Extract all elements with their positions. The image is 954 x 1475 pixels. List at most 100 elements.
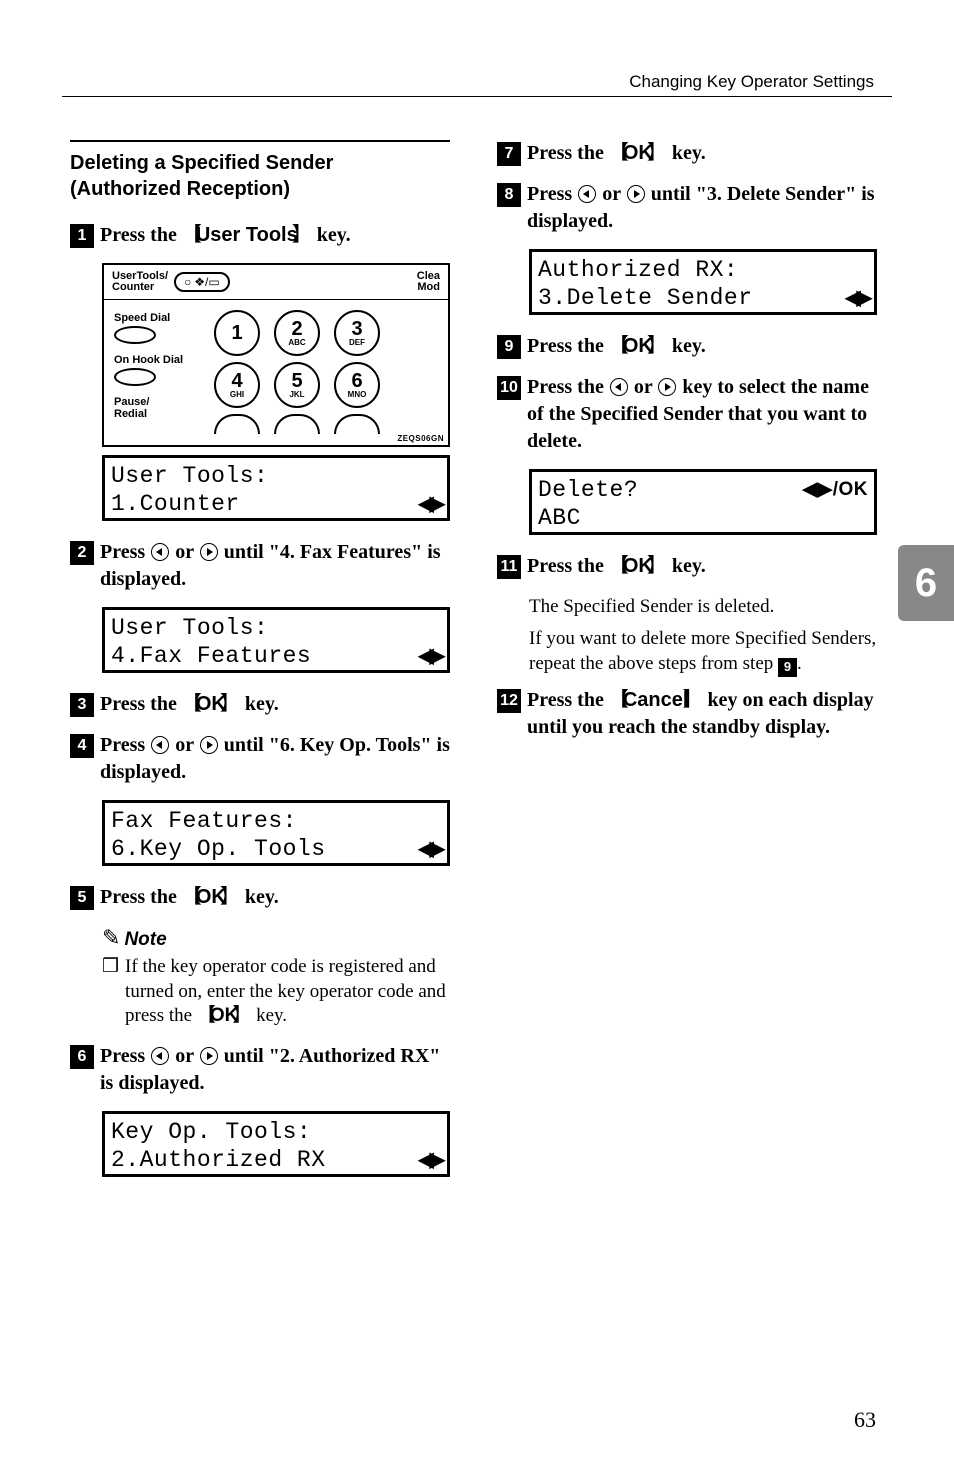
key-3: 3DEF xyxy=(334,310,380,356)
step-text: Press the OK key. xyxy=(527,553,706,580)
step-text: Press or until "4. Fax Features" is disp… xyxy=(100,539,457,593)
right-arrow-icon xyxy=(200,736,218,754)
lcd-arrows-icon: ◀▶ xyxy=(418,837,441,862)
key-8-partial xyxy=(274,414,320,434)
text: or xyxy=(170,541,199,563)
key-1: 1 xyxy=(214,310,260,356)
lcd-line: Fax Features: xyxy=(111,807,297,836)
page-number: 63 xyxy=(854,1407,876,1433)
subsection-title: Deleting a Specified Sender (Authorized … xyxy=(70,140,450,202)
ok-key: OK xyxy=(609,142,667,164)
header-rule xyxy=(62,96,892,97)
lcd-line: 1.Counter xyxy=(111,490,240,519)
right-column: 7 Press the OK key. 8 Press or until "3.… xyxy=(497,140,884,1195)
ok-key: OK xyxy=(609,335,667,357)
lcd-arrows-icon: ◀▶ xyxy=(418,492,441,517)
ok-key: OK xyxy=(609,555,667,577)
right-arrow-icon xyxy=(200,543,218,561)
key-9-partial xyxy=(334,414,380,434)
chapter-tab: 6 xyxy=(898,545,954,621)
label-on-hook: On Hook Dial xyxy=(114,354,200,366)
keypad-label-mode: Mod xyxy=(417,282,440,293)
left-arrow-icon xyxy=(151,736,169,754)
step-badge: 8 xyxy=(497,183,521,207)
left-arrow-icon xyxy=(151,1047,169,1065)
key-4: 4GHI xyxy=(214,362,260,408)
lcd-display-6: Delete?◀▶/OK ABC xyxy=(529,469,877,535)
step-badge: 7 xyxy=(497,142,521,166)
key-5: 5JKL xyxy=(274,362,320,408)
left-arrow-icon xyxy=(151,543,169,561)
step-text: Press the or key to select the name of t… xyxy=(527,374,884,455)
step-11: 11 Press the OK key. xyxy=(497,553,884,580)
step-text: Press the OK key. xyxy=(527,140,706,167)
text: key. xyxy=(312,224,351,246)
lcd-display-2: User Tools: 4.Fax Features ◀▶ xyxy=(102,607,450,673)
lcd-line: 2.Authorized RX xyxy=(111,1146,326,1175)
text: Press the xyxy=(527,376,609,398)
step-badge: 9 xyxy=(497,335,521,359)
left-arrow-icon xyxy=(610,378,628,396)
text: Press xyxy=(100,541,150,563)
text: Press xyxy=(527,183,577,205)
keypad-label-counter: Counter xyxy=(112,282,168,293)
step-badge: 12 xyxy=(497,689,521,713)
note-heading: Note xyxy=(102,925,457,951)
illustration-tag: ZEQS06GN xyxy=(104,434,448,445)
key-7-partial xyxy=(214,414,260,434)
page-header-section: Changing Key Operator Settings xyxy=(629,72,874,92)
step-text: Press or until "2. Authorized RX" is dis… xyxy=(100,1043,457,1097)
text: key. xyxy=(667,335,706,357)
step-7: 7 Press the OK key. xyxy=(497,140,884,167)
text: key. xyxy=(240,886,279,908)
step-8: 8 Press or until "3. Delete Sender" is d… xyxy=(497,181,884,235)
step-badge: 6 xyxy=(70,1045,94,1069)
right-arrow-icon xyxy=(658,378,676,396)
label-speed-dial: Speed Dial xyxy=(114,312,200,324)
user-tools-key: User Tools xyxy=(182,224,312,246)
lcd-line: Authorized RX: xyxy=(538,256,738,285)
step-text: Press the User Tools key. xyxy=(100,222,351,249)
text: Press the xyxy=(100,224,182,246)
step-text: Press the OK key. xyxy=(527,333,706,360)
text: Press the xyxy=(527,689,609,711)
lcd-arrows-ok-icon: ◀▶/OK xyxy=(802,478,868,502)
ok-key: OK xyxy=(182,886,240,908)
label-pause: Pause/ xyxy=(114,396,200,408)
step-2: 2 Press or until "4. Fax Features" is di… xyxy=(70,539,457,593)
step-ref-badge: 9 xyxy=(778,658,797,677)
text: . xyxy=(797,653,802,674)
step-badge: 10 xyxy=(497,376,521,400)
lcd-line: User Tools: xyxy=(111,462,268,491)
text: or xyxy=(597,183,626,205)
usertools-pill: ○❖/▭ xyxy=(174,272,230,292)
step-4: 4 Press or until "6. Key Op. Tools" is d… xyxy=(70,732,457,786)
cancel-key: Cancel xyxy=(609,689,703,711)
step-3: 3 Press the OK key. xyxy=(70,691,457,718)
key-6: 6MNO xyxy=(334,362,380,408)
step-badge: 2 xyxy=(70,541,94,565)
lcd-arrows-icon: ◀▶ xyxy=(418,644,441,669)
lcd-line: 3.Delete Sender xyxy=(538,284,753,313)
text: Press the xyxy=(527,555,609,577)
step-badge: 11 xyxy=(497,555,521,579)
text: key. xyxy=(667,142,706,164)
lcd-line: User Tools: xyxy=(111,614,268,643)
step-12: 12 Press the Cancel key on each display … xyxy=(497,687,884,741)
note-bullet: ❒ xyxy=(102,955,119,1029)
step-text: Press or until "6. Key Op. Tools" is dis… xyxy=(100,732,457,786)
lcd-line: Delete? xyxy=(538,476,638,505)
step-text: Press or until "3. Delete Sender" is dis… xyxy=(527,181,884,235)
step-badge: 1 xyxy=(70,224,94,248)
note-text: key. xyxy=(251,1005,287,1026)
step-badge: 3 xyxy=(70,693,94,717)
left-arrow-icon xyxy=(578,185,596,203)
text: Press the xyxy=(527,335,609,357)
lcd-display-1: User Tools: 1.Counter ◀▶ xyxy=(102,455,450,521)
text: or xyxy=(629,376,658,398)
text: Press the xyxy=(100,886,182,908)
lcd-arrows-icon: ◀▶ xyxy=(418,1148,441,1173)
lcd-display-4: Key Op. Tools: 2.Authorized RX◀▶ xyxy=(102,1111,450,1177)
lcd-line: 4.Fax Features xyxy=(111,642,311,671)
right-arrow-icon xyxy=(200,1047,218,1065)
